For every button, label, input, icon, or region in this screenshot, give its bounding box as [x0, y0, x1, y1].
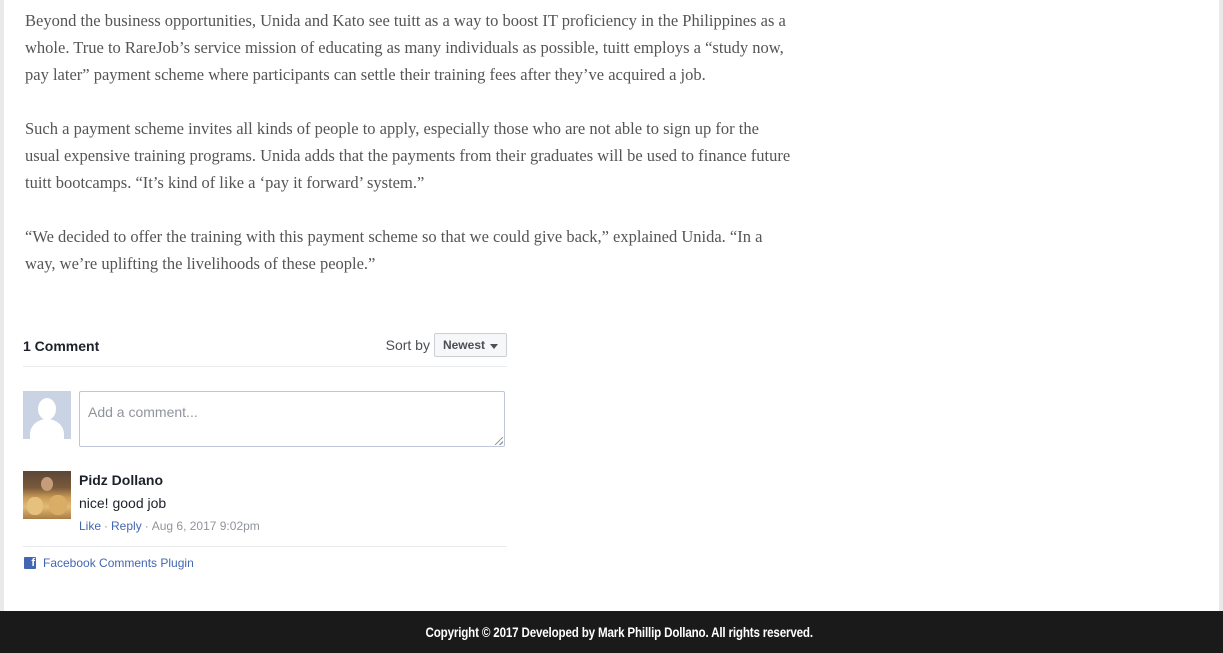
reply-link[interactable]: Reply [111, 519, 142, 533]
avatar [23, 391, 71, 439]
comment-input-placeholder: Add a comment... [88, 404, 198, 420]
facebook-comments-plugin-link[interactable]: Facebook Comments Plugin [43, 556, 194, 570]
page-border-left [0, 0, 4, 611]
article-paragraph: Such a payment scheme invites all kinds … [25, 119, 791, 192]
sort-dropdown[interactable]: Newest [433, 333, 507, 357]
comment-input[interactable]: Add a comment... [79, 391, 505, 447]
comment-compose: Add a comment... [23, 391, 507, 447]
avatar-person-shape [41, 477, 53, 491]
article-body: Beyond the business opportunities, Unida… [25, 7, 795, 304]
avatar-body-shape [30, 419, 64, 439]
facebook-icon: f [24, 557, 36, 569]
comment-author[interactable]: Pidz Dollano [79, 471, 260, 489]
commenter-avatar[interactable] [23, 471, 71, 519]
comment-count: 1 Comment [23, 338, 100, 354]
separator-dot: · [144, 519, 149, 533]
avatar-head-shape [38, 398, 56, 420]
sort-label: Sort by [385, 337, 430, 353]
resize-handle-icon[interactable] [495, 437, 503, 445]
facebook-comments-plugin: 1 Comment Sort by Newest Add a comment..… [23, 330, 507, 570]
comment-timestamp[interactable]: Aug 6, 2017 9:02pm [152, 519, 260, 533]
comment-body: Pidz Dollano nice! good job Like · Reply · A… [79, 471, 260, 534]
article-paragraph: “We decided to offer the training with t… [25, 227, 763, 273]
like-link[interactable]: Like [79, 519, 101, 533]
chevron-down-icon [490, 343, 498, 349]
avatar-dog-shape [27, 497, 43, 515]
sort-value: Newest [442, 338, 485, 352]
copyright-text: Copyright © 2017 Developed by Mark Phill… [425, 624, 813, 640]
separator-dot: · [104, 519, 109, 533]
site-footer: Copyright © 2017 Developed by Mark Phill… [0, 611, 1223, 653]
comment-text: nice! good job [79, 495, 167, 511]
avatar-dog-shape [49, 495, 67, 515]
comment-item: Pidz Dollano nice! good job Like · Reply · A… [23, 471, 507, 534]
comments-header: 1 Comment Sort by Newest [23, 330, 507, 367]
page-border-right [1219, 0, 1223, 611]
comment-actions: Like · Reply · Aug 6, 2017 9:02pm [79, 518, 260, 534]
article-paragraph: Beyond the business opportunities, Unida… [25, 11, 786, 84]
sort-control: Sort by Newest [386, 333, 507, 357]
plugin-footer: f Facebook Comments Plugin [23, 546, 507, 570]
